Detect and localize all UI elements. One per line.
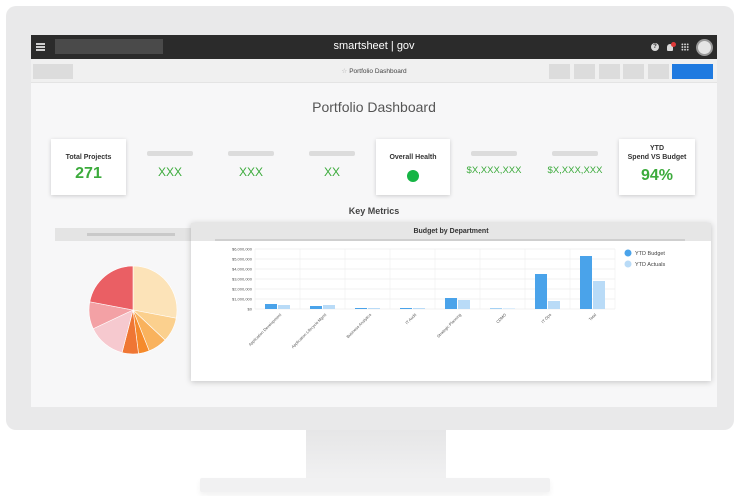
pie-slice [132, 265, 178, 319]
legend-swatch [624, 249, 632, 257]
bar-ytd-budget [535, 274, 547, 309]
total-projects-label: Total Projects [65, 154, 112, 161]
bar-ytd-actuals [413, 308, 425, 309]
metric-4: $X,XXX,XXX [459, 151, 529, 176]
legend-label: YTD Budget [635, 251, 665, 257]
metric-3-label [309, 151, 355, 156]
health-status-indicator [407, 170, 419, 182]
bar-ytd-actuals [323, 305, 335, 309]
metric-5-value: $X,XXX,XXX [547, 165, 603, 176]
help-icon[interactable]: ? [651, 43, 659, 51]
metric-4-value: $X,XXX,XXX [466, 165, 522, 176]
bar-ytd-budget [355, 308, 367, 309]
metric-4-label [471, 151, 517, 156]
metric-5-label [552, 151, 598, 156]
x-tick-label: IT Audit [404, 312, 418, 326]
bar-ytd-budget [445, 298, 457, 309]
avatar[interactable] [696, 38, 713, 56]
favorite-star-icon[interactable]: ☆ [341, 68, 347, 75]
metric-1-value: XXX [157, 165, 182, 179]
top-navigation-bar: smartsheet | gov ? [31, 35, 717, 59]
monitor-stand [306, 430, 446, 480]
bar-ytd-actuals [503, 308, 515, 309]
app-screen: smartsheet | gov ? ☆ Portfolio Dashboard … [31, 35, 717, 407]
y-tick-label: $2,000,000 [232, 287, 253, 292]
bar-ytd-actuals [458, 300, 470, 309]
y-tick-label: $0 [248, 307, 253, 312]
x-tick-label: Total [588, 312, 598, 322]
legend-swatch [624, 260, 632, 268]
key-metrics-heading: Key Metrics [348, 206, 400, 216]
y-tick-label: $1,000,000 [232, 297, 253, 302]
legend-label: YTD Actuals [635, 262, 666, 268]
x-tick-label: Application Lifecycle Mgmt [290, 312, 328, 350]
bar-ytd-actuals [548, 301, 560, 309]
monitor-base [200, 478, 550, 492]
sheet-toolbar: ☆ Portfolio Dashboard [31, 59, 717, 83]
apps-grid-icon[interactable] [681, 43, 689, 51]
ytd-label: YTD [650, 145, 664, 152]
top-icons: ? [651, 38, 713, 56]
total-projects-value: 271 [75, 165, 102, 182]
metric-1-label [147, 151, 193, 156]
y-tick-label: $5,000,000 [232, 257, 253, 262]
toolbar-button-3[interactable] [599, 64, 620, 79]
ytd-sublabel: Spend VS Budget [627, 154, 687, 161]
bell-icon[interactable] [666, 41, 676, 52]
bar-ytd-budget [580, 256, 592, 309]
overall-health-card: Overall Health [376, 139, 450, 195]
metric-3-value: XX [323, 165, 340, 179]
x-tick-label: IT Ops [540, 312, 552, 324]
sheet-title-text: Portfolio Dashboard [349, 68, 407, 75]
budget-chart-widget: Budget by Department $6,000,000 $5,000,00… [191, 223, 711, 381]
toolbar-button-5[interactable] [648, 64, 669, 79]
metric-1: XXX [135, 151, 205, 179]
bar-ytd-actuals [278, 305, 290, 309]
total-projects-card: Total Projects 271 [51, 139, 126, 195]
chart-header: Budget by Department [191, 223, 711, 241]
metric-5: $X,XXX,XXX [540, 151, 610, 176]
dashboard-title: Portfolio Dashboard [312, 99, 436, 115]
ytd-spend-card: YTD Spend VS Budget 94% [619, 139, 695, 195]
y-tick-label: $3,000,000 [232, 277, 253, 282]
share-button[interactable] [672, 64, 713, 79]
toolbar-button-2[interactable] [574, 64, 595, 79]
notification-badge [671, 41, 676, 47]
bar-ytd-budget [310, 306, 322, 309]
pie-widget-title [87, 233, 175, 236]
chart-title: Budget by Department [413, 228, 489, 235]
x-tick-label: Business Analytics [345, 312, 372, 339]
x-tick-label: Strategic Planning [436, 312, 462, 338]
toolbar-button-1[interactable] [549, 64, 570, 79]
bar-ytd-actuals [593, 281, 605, 309]
metric-3: XX [297, 151, 367, 179]
y-tick-label: $6,000,000 [232, 247, 253, 252]
metric-2-value: XXX [238, 165, 263, 179]
y-tick-label: $4,000,000 [232, 267, 253, 272]
metric-2: XXX [216, 151, 286, 179]
toolbar-button-4[interactable] [623, 64, 644, 79]
brand-logo: smartsheet | gov [333, 40, 415, 52]
x-tick-label: Application Development [247, 312, 282, 347]
overall-health-label: Overall Health [389, 154, 437, 161]
metric-2-label [228, 151, 274, 156]
x-tick-label: CDMO [495, 312, 507, 324]
budget-bar-chart: $6,000,000 $5,000,000 $4,000,000 $3,000,000… [232, 247, 666, 350]
bar-ytd-actuals [368, 308, 380, 309]
pie-chart [88, 265, 178, 355]
bar-ytd-budget [400, 308, 412, 309]
ytd-value: 94% [640, 167, 674, 184]
bar-ytd-budget [490, 308, 502, 309]
bar-ytd-budget [265, 304, 277, 309]
